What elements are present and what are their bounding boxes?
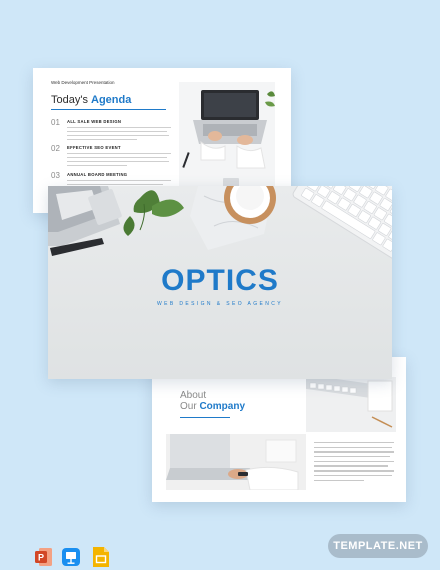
agenda-item-number: 01 [51, 118, 60, 127]
agenda-item-name: EFFECTIVE SEO EVENT [67, 145, 121, 150]
agenda-slide-title: Today's Agenda [51, 94, 131, 106]
agenda-title-rule [51, 109, 166, 110]
text-line [67, 139, 137, 141]
brand-label: TEMPLATE.NET [333, 540, 423, 552]
text-line [67, 180, 171, 182]
agenda-title-plain: Today's [51, 94, 92, 106]
about-title-highlight: Company [199, 401, 246, 412]
agenda-item-name: ALL SALE WEB DESIGN [67, 119, 122, 124]
text-line [67, 165, 127, 167]
text-line [67, 153, 171, 155]
agenda-item-name: ANNUAL BOARD MEETING [67, 172, 128, 177]
cover-title: OPTICS [161, 264, 279, 297]
keyboard-desk-photo [306, 377, 396, 432]
cover-subtitle: WEB DESIGN & SEO AGENCY [156, 301, 284, 307]
agenda-item-number: 02 [51, 144, 60, 153]
keynote-icon[interactable] [62, 547, 80, 567]
agenda-slide-header: Web Development Presentation [51, 80, 115, 85]
text-line [67, 135, 169, 137]
text-line [67, 131, 167, 133]
template-net-badge[interactable]: TEMPLATE.NET [328, 534, 428, 558]
agenda-item-number: 03 [51, 171, 60, 180]
svg-text:P: P [38, 553, 44, 563]
powerpoint-icon[interactable]: P [35, 547, 53, 567]
about-paragraph-lines [314, 442, 394, 484]
about-title-rule [180, 417, 230, 418]
about-title-line1: About [180, 390, 207, 401]
laptop-desk-photo [179, 82, 275, 202]
google-slides-icon[interactable] [92, 547, 110, 567]
text-line [67, 161, 169, 163]
agenda-item: 02 EFFECTIVE SEO EVENT [51, 144, 171, 174]
about-slide-title: About Our Company [180, 390, 245, 412]
agenda-title-highlight: Agenda [91, 94, 132, 106]
text-line [67, 127, 171, 129]
about-title-plain: Our [180, 401, 200, 412]
text-line [67, 157, 167, 159]
cover-slide-thumbnail[interactable]: OPTICS WEB DESIGN & SEO AGENCY [48, 186, 392, 379]
laptop-typing-photo [166, 434, 306, 490]
